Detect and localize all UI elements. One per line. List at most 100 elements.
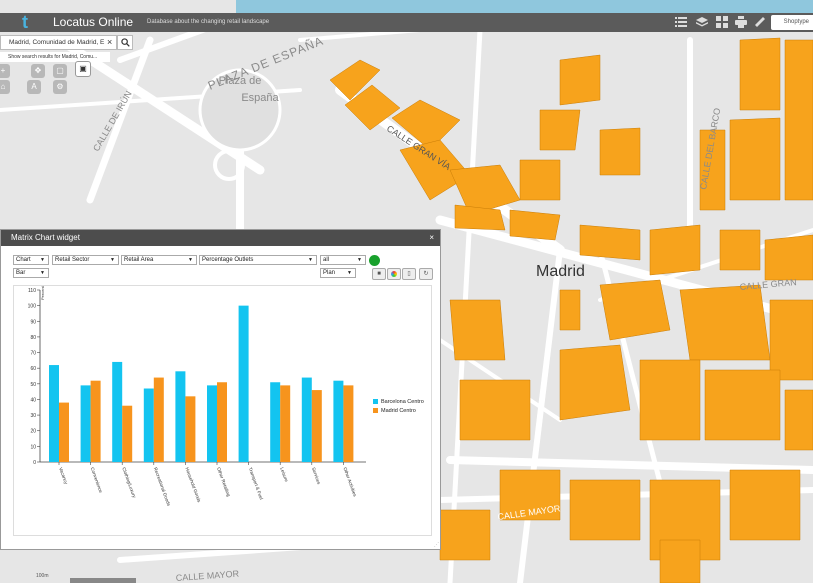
bar-madrid-centro: [280, 385, 291, 462]
map-label-plaza-line2: España: [241, 92, 279, 104]
zoom-area-icon[interactable]: A: [27, 80, 41, 94]
chevron-down-icon: ▼: [110, 257, 115, 263]
top-accent-strip: [236, 0, 813, 13]
bar-madrid-centro: [122, 405, 133, 462]
bar-chart: 0 10 20 30 40 50 60 70 80 90 100 110 Percentage Vacan…: [28, 279, 424, 508]
mode-select[interactable]: Plan ▼: [320, 268, 356, 278]
color-palette-icon[interactable]: [387, 268, 401, 280]
y-tick-label: 0: [33, 460, 36, 466]
x-tick-label: Other Retailing: [216, 467, 231, 498]
coordinate-readout: [70, 578, 136, 583]
close-icon[interactable]: ×: [429, 230, 434, 246]
x-tick-label: Convenience: [90, 467, 104, 494]
shoptype-dropdown[interactable]: Shoptype: [771, 15, 813, 30]
close-icon[interactable]: ×: [107, 36, 112, 48]
layers-icon[interactable]: [696, 16, 708, 28]
search-hint[interactable]: Show search results for Madrid, Comu...: [0, 52, 110, 62]
chart-kind-select[interactable]: Bar ▼: [13, 268, 49, 278]
settings-icon[interactable]: ⚙: [53, 80, 67, 94]
y-tick-label: 80: [30, 335, 36, 341]
widget-header: Matrix Chart widget ×: [1, 230, 440, 246]
dimension1-select[interactable]: Retail Sector ▼: [52, 255, 119, 265]
chevron-down-icon: ▼: [40, 270, 45, 276]
x-tick-label: Transport & Fuel: [248, 467, 264, 501]
bar-barcelona-centro: [333, 380, 344, 462]
y-tick-label: 10: [30, 444, 36, 450]
x-tick-label: Services: [311, 467, 322, 486]
y-axis-label: Percentage: [40, 286, 45, 300]
bar-barcelona-centro: [80, 385, 91, 462]
dimension2-select[interactable]: Retail Area ▼: [121, 255, 197, 265]
map-tool-icon[interactable]: ▣: [75, 61, 91, 77]
resize-handle[interactable]: ⋰: [434, 542, 439, 548]
dimension2-value: Retail Area: [124, 257, 154, 263]
bar-barcelona-centro: [175, 371, 186, 462]
chevron-down-icon: ▼: [357, 257, 362, 263]
x-tick-label: Household Goods: [184, 467, 202, 504]
chart-area: 0 10 20 30 40 50 60 70 80 90 100 110 Percentage Vacan…: [13, 279, 432, 536]
legend-swatch: [373, 399, 378, 404]
widget-title: Matrix Chart widget: [11, 233, 80, 242]
locatus-logo[interactable]: t: [22, 13, 28, 32]
filter-value: all: [323, 257, 330, 263]
bar-madrid-centro: [90, 380, 101, 462]
bar-barcelona-centro: [143, 388, 154, 462]
grid-icon[interactable]: [716, 16, 728, 28]
legend-label: Barcelona Centro: [381, 399, 424, 405]
x-tick-label: Recreational Goods: [153, 467, 172, 508]
chevron-down-icon: ▼: [188, 257, 193, 263]
bar-madrid-centro: [217, 382, 227, 462]
bar-barcelona-centro: [270, 382, 281, 462]
y-tick-label: 70: [30, 351, 36, 357]
dimension1-value: Retail Sector: [55, 257, 90, 263]
x-tick-label: Leisure: [279, 467, 289, 483]
bar-madrid-centro: [59, 402, 69, 462]
map-label-madrid: Madrid: [536, 263, 585, 280]
bar-barcelona-centro: [301, 377, 312, 462]
filter-select[interactable]: all ▼: [320, 255, 366, 265]
legend-swatch: [373, 408, 378, 413]
x-tick-label: Clothing/Luxury: [121, 467, 137, 499]
map-label-plaza-line1: Plaza de: [219, 75, 262, 87]
y-tick-label: 20: [30, 429, 36, 435]
app-tagline: Database about the changing retail lands…: [147, 19, 270, 25]
y-tick-label: 60: [30, 366, 36, 372]
y-tick-label: 100: [28, 304, 37, 310]
refresh-icon[interactable]: ↻: [419, 268, 433, 280]
app-name: Locatus Online: [53, 15, 134, 29]
print-icon[interactable]: ■: [372, 268, 386, 280]
apply-button[interactable]: [369, 255, 380, 266]
search-icon[interactable]: [117, 35, 133, 50]
x-tick-label: Vacancy: [58, 467, 69, 486]
view-select[interactable]: Chart ▼: [13, 255, 49, 265]
mode-value: Plan: [323, 270, 336, 276]
y-tick-label: 40: [30, 397, 36, 403]
chevron-down-icon: ▼: [308, 257, 313, 263]
bar-barcelona-centro: [112, 361, 123, 462]
scale-bar: 100m: [36, 573, 49, 579]
ruler-icon[interactable]: [754, 16, 766, 28]
search-input[interactable]: Madrid, Comunidad de Madrid, E: [0, 35, 117, 50]
chart-kind-value: Bar: [16, 270, 26, 276]
bar-madrid-centro: [153, 377, 164, 462]
home-icon[interactable]: ⌂: [0, 80, 10, 94]
view-select-value: Chart: [16, 257, 31, 263]
pan-icon[interactable]: ✥: [31, 64, 45, 78]
bar-madrid-centro: [343, 385, 354, 462]
bar-barcelona-centro: [49, 365, 59, 462]
chevron-down-icon: ▼: [40, 257, 45, 263]
list-icon[interactable]: [675, 16, 687, 28]
y-tick-label: 30: [30, 413, 36, 419]
bar-barcelona-centro: [207, 385, 217, 462]
bar-barcelona-centro: [238, 305, 249, 462]
matrix-chart-widget: Matrix Chart widget × Chart ▼ Retail Sect…: [0, 229, 441, 550]
zoom-in-icon[interactable]: +: [0, 64, 10, 78]
select-icon[interactable]: ▢: [53, 64, 67, 78]
y-tick-label: 50: [30, 382, 36, 388]
y-tick-label: 90: [30, 319, 36, 325]
chevron-down-icon: ▼: [347, 270, 352, 276]
measure-select[interactable]: Percentage Outlets ▼: [199, 255, 317, 265]
print-icon[interactable]: [735, 16, 747, 28]
export-icon[interactable]: ▯: [402, 268, 416, 280]
y-tick-label: 110: [28, 288, 36, 294]
